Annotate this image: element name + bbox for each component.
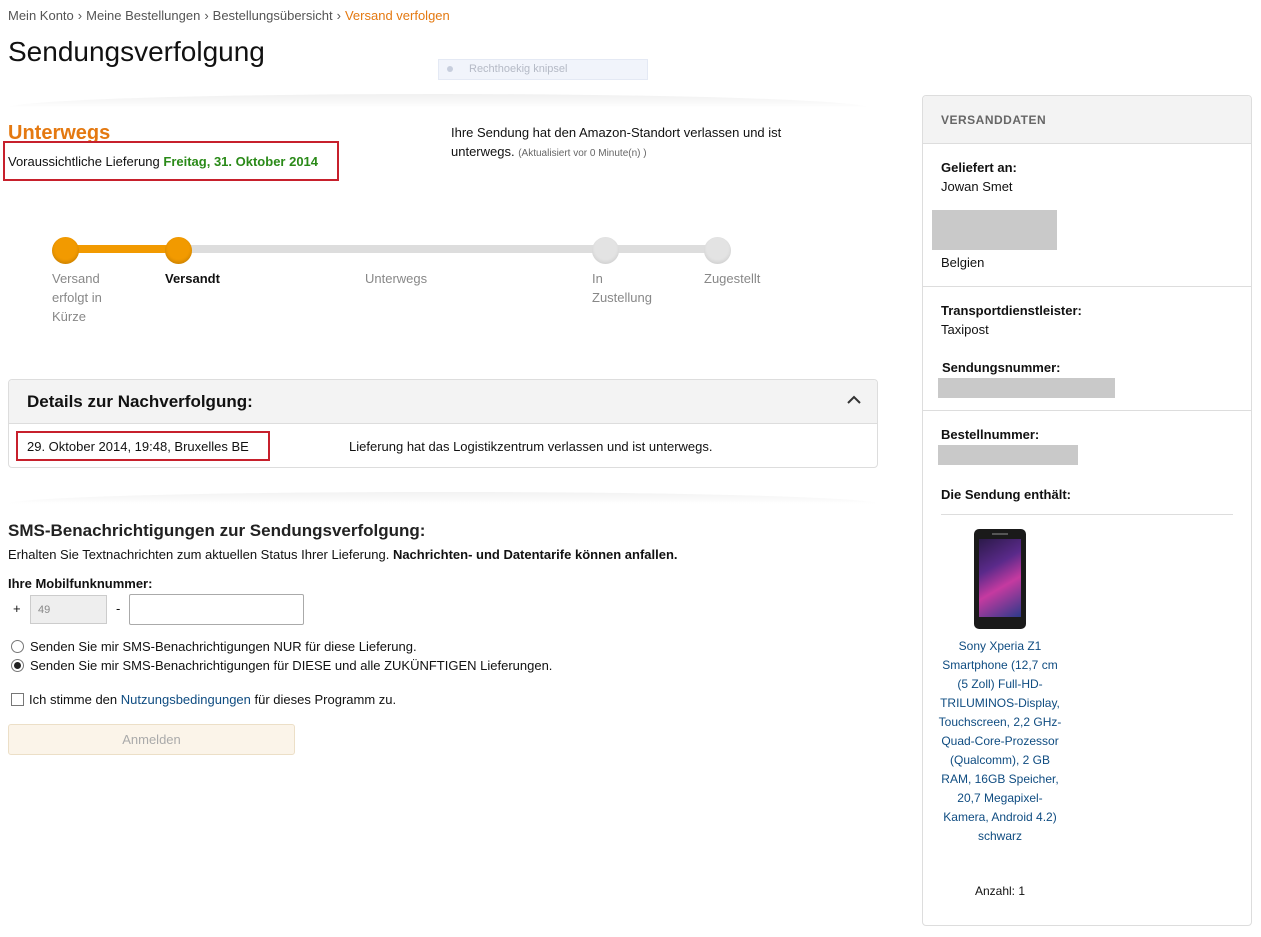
tracking-event-highlight-box (16, 431, 270, 461)
progress-step-dot (52, 237, 79, 264)
sidebar-header: VERSANDDATEN (923, 96, 1251, 144)
delivery-prefix: Voraussichtliche Lieferung (8, 154, 160, 169)
status-updated: (Aktualisiert vor 0 Minute(n) ) (518, 148, 647, 159)
redacted-address (932, 210, 1057, 250)
sidebar-divider (923, 286, 1251, 287)
terms-checkbox[interactable] (11, 693, 24, 706)
recipient-name: Jowan Smet (941, 179, 1013, 194)
sms-option-all-label[interactable]: Senden Sie mir SMS-Benachrichtigungen fü… (30, 658, 552, 673)
progress-step-label: Zugestellt (704, 271, 761, 286)
progress-step-label: Unterwegs (365, 271, 428, 286)
status-message: Ihre Sendung hat den Amazon-Standort ver… (451, 123, 811, 163)
sms-option-all-radio[interactable] (11, 659, 24, 672)
shipping-info-sidebar: VERSANDDATEN Geliefert an: Jowan Smet Be… (922, 95, 1252, 926)
snip-dot-icon (447, 66, 453, 73)
order-number-label: Bestellnummer: (941, 427, 1040, 442)
register-button[interactable]: Anmelden (8, 724, 295, 755)
breadcrumb: Mein Konto › Meine Bestellungen › Bestellung… (8, 8, 450, 23)
sms-option-once-label[interactable]: Senden Sie mir SMS-Benachrichtigungen NU… (30, 639, 417, 654)
sms-section-title: SMS-Benachrichtigungen zur Sendungsverfo… (8, 521, 426, 540)
breadcrumb-my-account[interactable]: Mein Konto (8, 8, 74, 23)
progress-step-label-current: Versandt (165, 271, 220, 286)
progress-step-label: Versand erfolgt in Kürze (52, 271, 102, 324)
progress-fill (65, 245, 178, 253)
sms-description: Erhalten Sie Textnachrichten zum aktuell… (8, 547, 678, 562)
estimated-delivery: Voraussichtliche Lieferung Freitag, 31. … (8, 154, 318, 169)
redacted-order-number (938, 445, 1078, 465)
progress-step-dot (165, 237, 192, 264)
breadcrumb-separator: › (77, 8, 83, 23)
terms-agreement: Ich stimme den Nutzungsbedingungen für d… (29, 692, 396, 707)
recipient-country: Belgien (941, 255, 985, 270)
phone-plus-sign: + (13, 601, 21, 616)
breadcrumb-separator: › (336, 8, 341, 23)
country-code-field[interactable] (30, 595, 107, 624)
chevron-up-icon[interactable] (847, 392, 861, 408)
sms-description-bold: Nachrichten- und Datentarife können anfa… (392, 547, 678, 562)
breadcrumb-order-overview[interactable]: Bestellungsübersicht (213, 8, 333, 23)
phone-screen (979, 539, 1021, 617)
carrier-label: Transportdienstleister: (941, 303, 1082, 318)
progress-step-dot (592, 237, 619, 264)
product-name-link[interactable]: Sony Xperia Z1 Smartphone (12,7 cm (5 Zo… (937, 637, 1063, 846)
delivered-to-label: Geliefert an: (941, 160, 1017, 175)
breadcrumb-current: Versand verfolgen (344, 8, 450, 23)
snip-label: Rechthoekig knipsel (469, 63, 568, 75)
redacted-tracking-number (938, 378, 1115, 398)
terms-prefix: Ich stimme den (29, 692, 118, 707)
product-quantity: Anzahl: 1 (974, 884, 1026, 898)
carrier-name: Taxipost (941, 322, 989, 337)
snipping-tool-overlay: Rechthoekig knipsel (438, 59, 648, 80)
tracking-details-title: Details zur Nachverfolgung: (27, 392, 253, 411)
phone-dash: - (116, 601, 121, 616)
progress-step-label: In Zustellung (592, 271, 652, 305)
tracking-number-label: Sendungsnummer: (942, 360, 1061, 375)
phone-speaker (992, 533, 1008, 535)
product-image[interactable] (974, 529, 1026, 629)
breadcrumb-separator: › (204, 8, 209, 23)
sidebar-divider (941, 514, 1233, 515)
tracking-event-description: Lieferung hat das Logistikzentrum verlas… (349, 439, 713, 454)
terms-suffix: für dieses Programm zu. (254, 692, 397, 707)
section-divider (8, 94, 868, 108)
sms-option-once-radio[interactable] (11, 640, 24, 653)
delivery-date: Freitag, 31. Oktober 2014 (163, 154, 319, 169)
sms-description-text: Erhalten Sie Textnachrichten zum aktuell… (8, 547, 390, 562)
progress-step-dot (704, 237, 731, 264)
breadcrumb-my-orders[interactable]: Meine Bestellungen (86, 8, 200, 23)
section-divider (8, 492, 878, 504)
phone-number-label: Ihre Mobilfunknummer: (8, 576, 153, 591)
terms-link[interactable]: Nutzungsbedingungen (121, 692, 251, 707)
tracking-details-header[interactable]: Details zur Nachverfolgung: (9, 380, 877, 424)
sidebar-divider (923, 410, 1251, 411)
package-contents-label: Die Sendung enthält: (941, 487, 1071, 502)
page-title: Sendungsverfolgung (8, 36, 265, 67)
phone-number-field[interactable] (129, 594, 304, 625)
